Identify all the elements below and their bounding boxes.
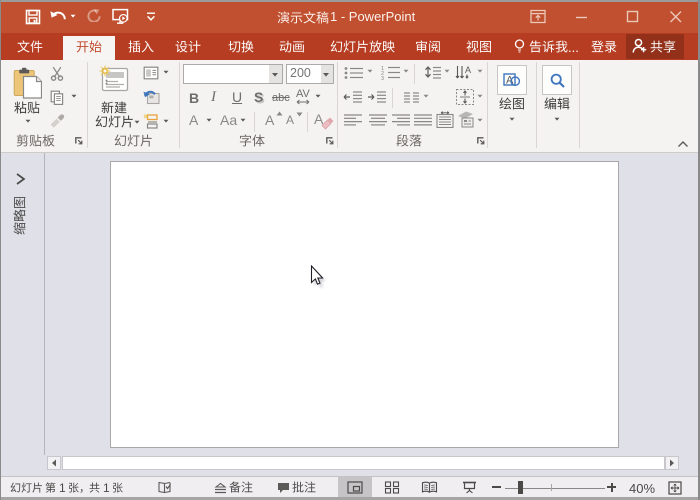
svg-text:3: 3 (381, 76, 384, 80)
svg-text:A: A (465, 65, 471, 75)
